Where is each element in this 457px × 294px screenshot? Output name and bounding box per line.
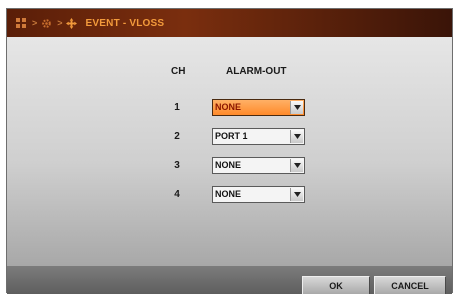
chevron-down-icon[interactable] [290,130,303,143]
table-row: 3 NONE [7,157,452,174]
table-row: 2 PORT 1 [7,128,452,145]
button-bar: OK CANCEL [7,266,452,294]
column-header-ch: CH [171,66,186,77]
chevron-down-icon[interactable] [290,188,303,201]
window-title: EVENT - VLOSS [85,17,165,29]
alarm-out-value: NONE [215,189,242,199]
channel-label: 1 [174,102,180,113]
alarm-out-select-ch3[interactable]: NONE [212,157,305,174]
chevron-down-icon[interactable] [290,101,303,114]
alarm-out-value: PORT 1 [215,131,248,141]
alarm-out-select-ch1[interactable]: NONE [212,99,305,116]
ok-button[interactable]: OK [302,276,370,294]
table-row: 4 NONE [7,186,452,203]
grid-icon[interactable] [15,17,27,29]
alarm-out-value: NONE [215,160,242,170]
event-vloss-window: > > EVENT - VLOSS CH ALARM-OUT 1 NONE 2 … [6,8,453,294]
alarm-out-value: NONE [215,102,242,112]
alarm-out-select-ch2[interactable]: PORT 1 [212,128,305,145]
channel-label: 2 [174,131,180,142]
breadcrumb-separator-icon: > [32,18,38,28]
alarm-out-select-ch4[interactable]: NONE [212,186,305,203]
column-header-alarm-out: ALARM-OUT [226,66,287,77]
title-bar: > > EVENT - VLOSS [7,9,452,37]
settings-panel: CH ALARM-OUT 1 NONE 2 PORT 1 3 NONE 4 NO… [7,37,452,266]
move-icon[interactable] [66,17,78,29]
breadcrumb-separator-icon: > [57,18,63,28]
channel-label: 3 [174,160,180,171]
gear-icon[interactable] [40,17,52,29]
table-row: 1 NONE [7,99,452,116]
channel-label: 4 [174,189,180,200]
cancel-button[interactable]: CANCEL [374,276,446,294]
chevron-down-icon[interactable] [290,159,303,172]
